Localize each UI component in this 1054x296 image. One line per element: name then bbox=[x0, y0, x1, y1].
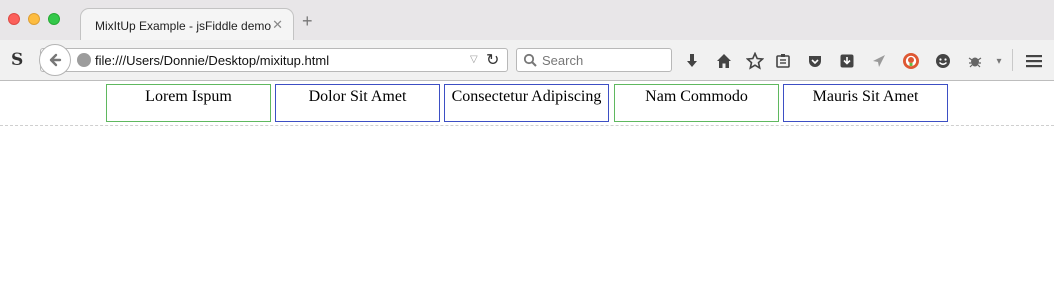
filter-item-label: Mauris Sit Amet bbox=[812, 88, 919, 105]
send-icon[interactable] bbox=[869, 51, 889, 71]
pocket-icon[interactable] bbox=[805, 51, 825, 71]
url-history-dropdown-icon[interactable]: ▽ bbox=[470, 54, 478, 65]
download-manager-icon[interactable] bbox=[837, 51, 857, 71]
tab-close-icon[interactable]: ✕ bbox=[272, 17, 283, 33]
search-icon bbox=[523, 53, 537, 67]
search-bar[interactable]: Search bbox=[516, 48, 672, 72]
search-input[interactable]: Search bbox=[542, 53, 583, 68]
duckduckgo-icon[interactable] bbox=[901, 51, 921, 71]
filter-item-label: Lorem Ispum bbox=[145, 88, 232, 105]
new-tab-button[interactable]: + bbox=[302, 12, 313, 30]
filter-item: Consectetur Adipiscing bbox=[444, 84, 609, 122]
bug-extension-icon[interactable] bbox=[965, 51, 985, 71]
back-arrow-icon bbox=[49, 53, 62, 67]
minimize-window-button[interactable] bbox=[28, 13, 40, 25]
hamburger-menu-icon[interactable] bbox=[1024, 51, 1044, 71]
toolbar-divider bbox=[1012, 49, 1013, 71]
downloads-icon[interactable] bbox=[682, 51, 702, 71]
filter-item: Mauris Sit Amet bbox=[783, 84, 948, 122]
navigation-toolbar: S file:///Users/Donnie/Desktop/mixitup.h… bbox=[0, 40, 1054, 81]
active-tab[interactable]: MixItUp Example - jsFiddle demo ✕ bbox=[80, 8, 294, 41]
filter-item: Dolor Sit Amet bbox=[275, 84, 440, 122]
home-icon[interactable] bbox=[714, 51, 734, 71]
close-window-button[interactable] bbox=[8, 13, 20, 25]
filter-item-label: Consectetur Adipiscing bbox=[451, 88, 602, 105]
filter-item-label: Nam Commodo bbox=[645, 88, 748, 105]
reload-icon[interactable]: ↻ bbox=[486, 50, 499, 70]
page-content: Lorem Ispum Dolor Sit Amet Consectetur A… bbox=[0, 81, 1054, 296]
bookmark-star-icon[interactable] bbox=[745, 51, 765, 71]
reading-list-icon[interactable] bbox=[773, 51, 793, 71]
url-text[interactable]: file:///Users/Donnie/Desktop/mixitup.htm… bbox=[95, 53, 329, 68]
back-button[interactable] bbox=[39, 44, 71, 76]
container-dashed-border bbox=[0, 125, 1054, 126]
tab-title: MixItUp Example - jsFiddle demo bbox=[95, 19, 272, 33]
globe-icon[interactable] bbox=[77, 53, 91, 67]
zoom-window-button[interactable] bbox=[48, 13, 60, 25]
filter-item: Lorem Ispum bbox=[106, 84, 271, 122]
emoji-icon[interactable] bbox=[933, 51, 953, 71]
filter-item-label: Dolor Sit Amet bbox=[308, 88, 407, 105]
extension-dropdown-icon[interactable]: ▾ bbox=[989, 51, 1009, 71]
filter-item: Nam Commodo bbox=[614, 84, 779, 122]
window-titlebar: MixItUp Example - jsFiddle demo ✕ + bbox=[0, 0, 1054, 41]
site-identity-icon[interactable]: S bbox=[11, 50, 23, 70]
